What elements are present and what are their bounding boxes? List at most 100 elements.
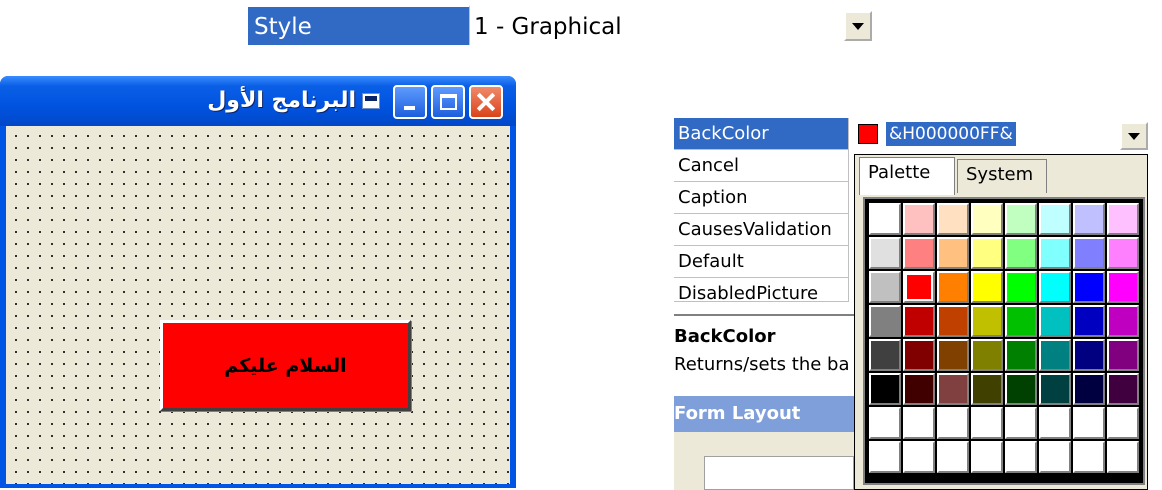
color-swatch[interactable] (937, 203, 969, 235)
color-swatch[interactable] (1005, 271, 1037, 303)
color-swatch[interactable] (903, 373, 935, 405)
form-layout-titlebar[interactable]: Form Layout (674, 396, 854, 432)
description-text: Returns/sets the ba (674, 354, 850, 375)
property-name: DisabledPicture (674, 278, 849, 302)
form-icon (362, 93, 380, 109)
color-swatch[interactable] (1073, 373, 1105, 405)
color-swatch[interactable] (1039, 407, 1071, 439)
color-swatch[interactable] (1039, 271, 1071, 303)
tab-palette[interactable]: Palette (859, 157, 955, 195)
color-swatch[interactable] (1107, 271, 1139, 303)
style-property-row[interactable]: Style 1 - Graphical (248, 5, 872, 45)
color-swatch[interactable] (1039, 305, 1071, 337)
color-swatch[interactable] (937, 407, 969, 439)
window-title: البرنامج الأول (207, 88, 356, 113)
color-swatch[interactable] (1107, 339, 1139, 371)
color-swatch[interactable] (1073, 203, 1105, 235)
color-palette-popup: Palette System (854, 154, 1148, 490)
color-swatch[interactable] (869, 441, 901, 473)
color-swatch[interactable] (971, 203, 1003, 235)
color-swatch[interactable] (903, 441, 935, 473)
color-swatch[interactable] (1005, 339, 1037, 371)
color-swatch[interactable] (937, 339, 969, 371)
color-swatch[interactable] (903, 237, 935, 269)
maximize-button[interactable] (431, 85, 465, 119)
color-swatch[interactable] (1073, 407, 1105, 439)
color-swatch[interactable] (1039, 441, 1071, 473)
color-swatch[interactable] (1107, 407, 1139, 439)
color-dropdown-button[interactable] (1120, 122, 1148, 150)
color-swatch[interactable] (1073, 339, 1105, 371)
color-swatch[interactable] (1005, 305, 1037, 337)
color-swatch[interactable] (1039, 339, 1071, 371)
property-name: Cancel (674, 150, 849, 182)
form-layout-preview[interactable] (704, 456, 854, 490)
color-swatch[interactable] (1005, 441, 1037, 473)
color-swatch[interactable] (1107, 305, 1139, 337)
style-property-value[interactable]: 1 - Graphical (469, 5, 872, 45)
color-swatch[interactable] (869, 237, 901, 269)
color-swatch-grid (869, 203, 1139, 473)
color-swatch[interactable] (937, 305, 969, 337)
color-swatch[interactable] (1107, 237, 1139, 269)
minimize-button[interactable] (393, 85, 427, 119)
property-row-backcolor[interactable]: BackColor &H000000FF& (674, 118, 1162, 150)
property-name: Default (674, 246, 849, 278)
color-swatch[interactable] (1107, 441, 1139, 473)
command-button-caption: السلام عليكم (224, 354, 347, 377)
color-swatch[interactable] (869, 373, 901, 405)
color-swatch[interactable] (869, 407, 901, 439)
color-swatch[interactable] (971, 305, 1003, 337)
form-design-surface[interactable]: السلام عليكم (6, 126, 510, 484)
tab-system[interactable]: System (957, 159, 1047, 193)
color-swatch-frame (863, 197, 1145, 485)
chevron-down-icon (852, 22, 864, 30)
form-layout-area (674, 432, 854, 490)
title-bar[interactable]: البرنامج الأول (0, 76, 516, 126)
color-swatch[interactable] (1073, 441, 1105, 473)
color-swatch[interactable] (937, 373, 969, 405)
color-swatch[interactable] (971, 441, 1003, 473)
color-swatch[interactable] (971, 339, 1003, 371)
color-swatch[interactable] (971, 373, 1003, 405)
style-dropdown-button[interactable] (844, 11, 872, 41)
color-swatch[interactable] (937, 237, 969, 269)
color-swatch[interactable] (869, 339, 901, 371)
color-swatch[interactable] (1107, 203, 1139, 235)
color-swatch[interactable] (869, 305, 901, 337)
color-hex-value[interactable]: &H000000FF& (886, 122, 1016, 146)
color-swatch[interactable] (1073, 237, 1105, 269)
color-swatch[interactable] (903, 407, 935, 439)
color-swatch[interactable] (1005, 237, 1037, 269)
color-swatch[interactable] (1039, 203, 1071, 235)
color-swatch[interactable] (903, 305, 935, 337)
color-preview-swatch (858, 124, 878, 144)
color-swatch[interactable] (869, 271, 901, 303)
color-swatch[interactable] (971, 237, 1003, 269)
property-name: Caption (674, 182, 849, 214)
color-swatch[interactable] (1039, 237, 1071, 269)
color-swatch[interactable] (937, 441, 969, 473)
properties-panel: BackColor &H000000FF& Cancel Caption Cau… (674, 118, 1162, 490)
description-title: BackColor (674, 326, 776, 347)
color-swatch[interactable] (1039, 373, 1071, 405)
color-swatch[interactable] (1005, 203, 1037, 235)
property-value[interactable]: &H000000FF& (850, 118, 1162, 150)
color-swatch[interactable] (903, 339, 935, 371)
close-button[interactable] (469, 85, 503, 119)
color-swatch[interactable] (869, 203, 901, 235)
divider (674, 314, 854, 316)
color-swatch[interactable] (903, 271, 935, 303)
color-swatch[interactable] (1073, 271, 1105, 303)
color-swatch[interactable] (971, 407, 1003, 439)
color-swatch[interactable] (1005, 373, 1037, 405)
color-swatch[interactable] (937, 271, 969, 303)
color-swatch[interactable] (1073, 305, 1105, 337)
color-swatch[interactable] (1107, 373, 1139, 405)
color-swatch[interactable] (1005, 407, 1037, 439)
color-swatch[interactable] (971, 271, 1003, 303)
color-swatch[interactable] (903, 203, 935, 235)
minimize-icon (404, 106, 415, 110)
chevron-down-icon (1128, 132, 1140, 140)
command-button[interactable]: السلام عليكم (160, 320, 411, 411)
